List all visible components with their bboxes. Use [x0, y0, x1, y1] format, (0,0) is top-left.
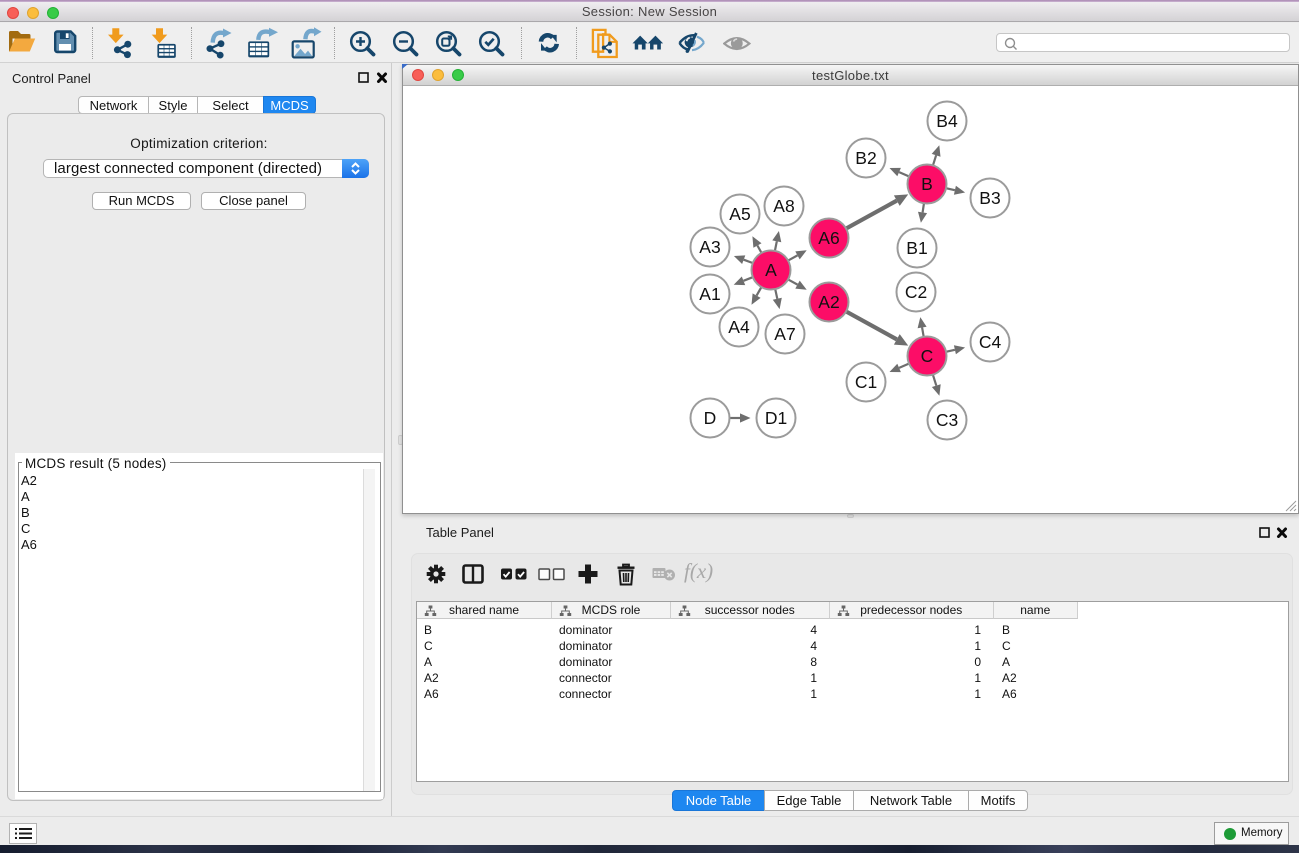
svg-text:C4: C4 [979, 332, 1002, 352]
svg-text:B: B [921, 174, 933, 194]
svg-text:D: D [704, 408, 717, 428]
svg-text:C: C [921, 346, 934, 366]
svg-text:A1: A1 [699, 284, 720, 304]
svg-text:C1: C1 [855, 372, 877, 392]
svg-text:A7: A7 [774, 324, 795, 344]
svg-text:B3: B3 [979, 188, 1000, 208]
svg-text:C2: C2 [905, 282, 927, 302]
svg-text:D1: D1 [765, 408, 787, 428]
svg-text:A3: A3 [699, 237, 720, 257]
svg-text:B2: B2 [855, 148, 876, 168]
svg-text:B1: B1 [906, 238, 927, 258]
svg-text:A4: A4 [728, 317, 750, 337]
svg-text:C3: C3 [936, 410, 958, 430]
svg-text:A8: A8 [773, 196, 794, 216]
svg-text:A6: A6 [818, 228, 839, 248]
svg-text:A5: A5 [729, 204, 750, 224]
svg-text:A: A [765, 260, 777, 280]
svg-text:A2: A2 [818, 292, 839, 312]
svg-text:B4: B4 [936, 111, 958, 131]
